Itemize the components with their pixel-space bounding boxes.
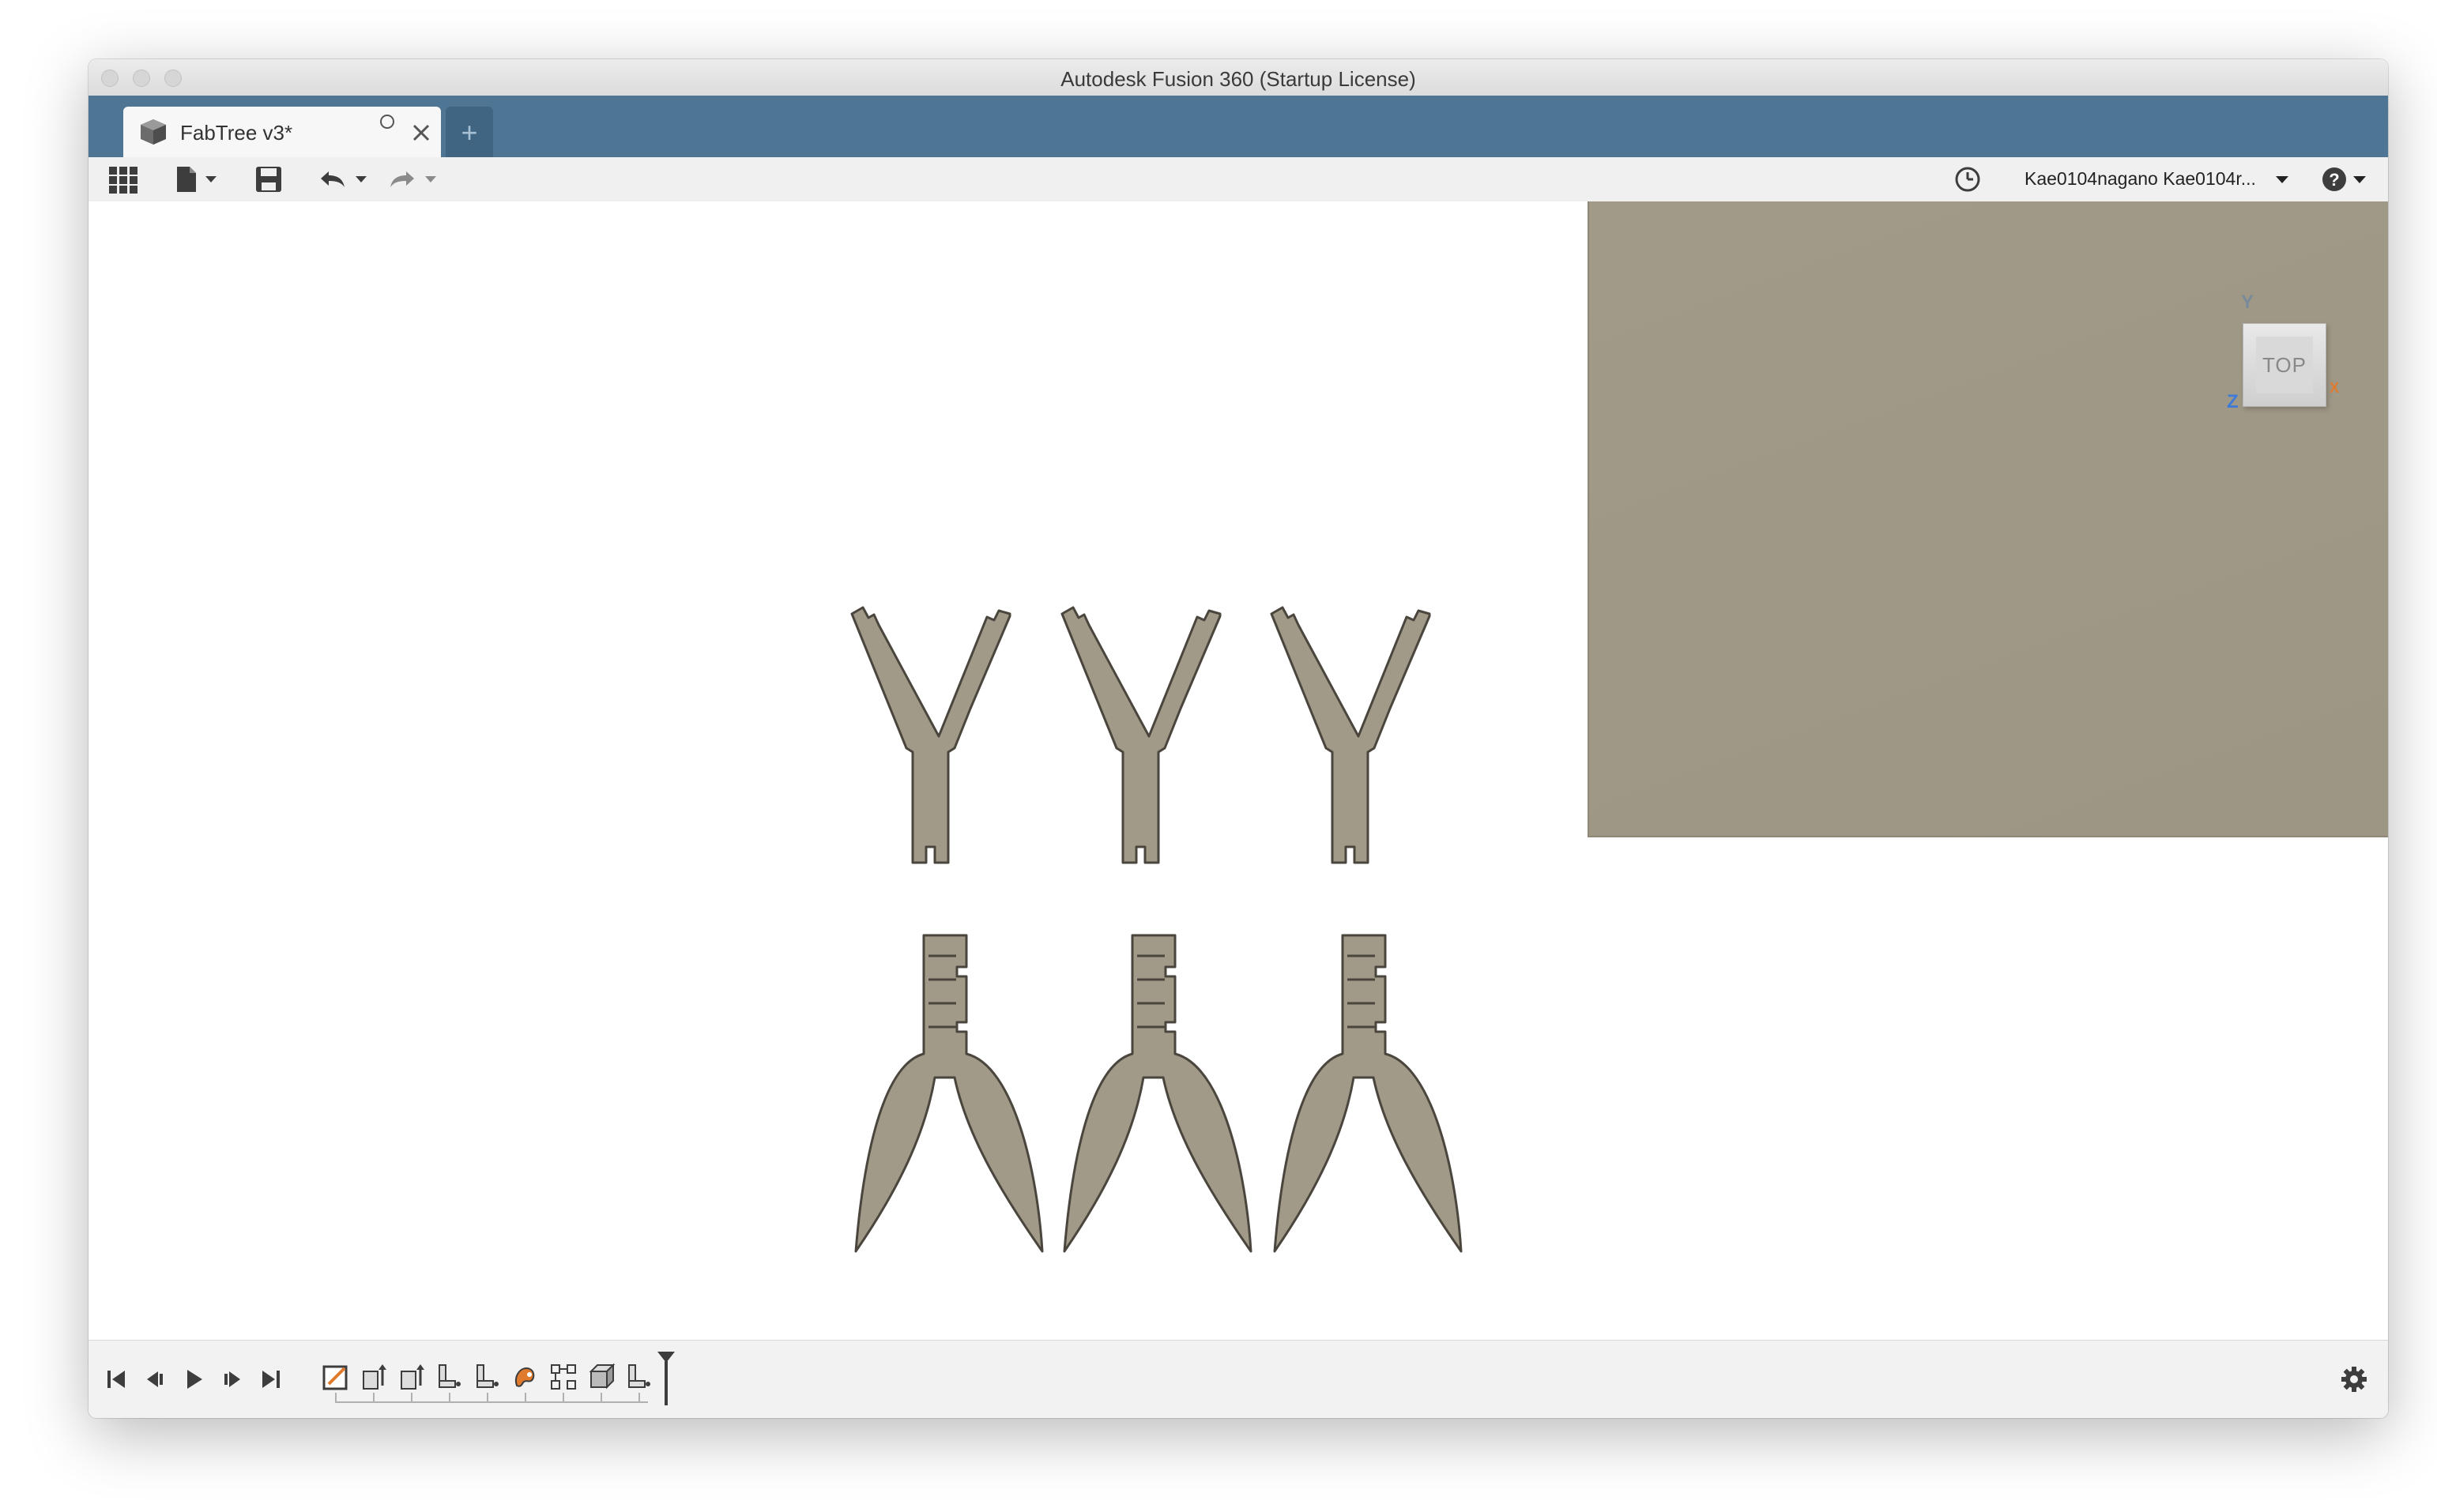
- viewcube[interactable]: TOP: [2243, 323, 2326, 407]
- window-title: Autodesk Fusion 360 (Startup License): [1060, 67, 1416, 91]
- leaf-part-1[interactable]: [854, 934, 1044, 1253]
- chevron-down-icon[interactable]: [2274, 164, 2290, 195]
- document-tab[interactable]: FabTree v3*: [123, 107, 441, 157]
- sketch-icon[interactable]: [321, 1362, 351, 1392]
- user-account-menu[interactable]: Kae0104nagano Kae0104r...: [2025, 168, 2256, 190]
- extrude-icon[interactable]: [359, 1362, 389, 1392]
- design-canvas[interactable]: Y TOP Z X: [89, 201, 2388, 1340]
- redo-icon[interactable]: [387, 164, 444, 195]
- box-icon[interactable]: [586, 1362, 616, 1392]
- data-panel-grid-icon[interactable]: [107, 164, 139, 195]
- joint-icon[interactable]: [473, 1362, 503, 1392]
- appearance-icon[interactable]: [510, 1362, 541, 1392]
- parts-drawing: [850, 606, 1463, 1253]
- quick-access-toolbar: Kae0104nagano Kae0104r... ?: [89, 157, 2388, 202]
- y-branch-part-3[interactable]: [1270, 606, 1431, 864]
- joint-icon[interactable]: [435, 1362, 465, 1392]
- step-forward-icon[interactable]: [220, 1366, 247, 1393]
- play-icon[interactable]: [180, 1366, 207, 1393]
- y-branch-part-1[interactable]: [850, 606, 1011, 864]
- leaf-part-2[interactable]: [1063, 934, 1252, 1253]
- axis-x-label: X: [2330, 380, 2340, 396]
- svg-text:?: ?: [2329, 170, 2339, 190]
- gear-icon[interactable]: [2341, 1366, 2367, 1393]
- document-tab-bar: FabTree v3* +: [89, 96, 2388, 157]
- leaf-part-3[interactable]: [1273, 934, 1463, 1253]
- timeline-bar: [89, 1340, 2388, 1418]
- go-to-start-icon[interactable]: [103, 1366, 130, 1393]
- step-back-icon[interactable]: [141, 1366, 168, 1393]
- unsaved-indicator-icon: [380, 115, 394, 129]
- file-menu-icon[interactable]: [172, 164, 224, 195]
- undo-icon[interactable]: [318, 164, 375, 195]
- document-tab-label: FabTree v3*: [180, 121, 293, 145]
- plus-icon: +: [461, 116, 478, 149]
- job-status-clock-icon[interactable]: [1952, 164, 1983, 195]
- timeline-track: [335, 1393, 651, 1404]
- help-icon[interactable]: ?: [2320, 164, 2372, 195]
- app-window: Autodesk Fusion 360 (Startup License) Fa…: [89, 59, 2388, 1418]
- new-tab-button[interactable]: +: [446, 107, 493, 157]
- axis-y-label: Y: [2241, 291, 2254, 313]
- go-to-end-icon[interactable]: [258, 1366, 284, 1393]
- timeline-marker-handle[interactable]: [656, 1352, 676, 1407]
- joint-icon[interactable]: [624, 1362, 654, 1392]
- extrude-icon[interactable]: [397, 1362, 427, 1392]
- save-icon[interactable]: [253, 164, 284, 195]
- document-cube-icon: [137, 116, 169, 148]
- axis-z-label: Z: [2227, 391, 2239, 412]
- title-bar: Autodesk Fusion 360 (Startup License): [89, 59, 2388, 96]
- close-tab-icon[interactable]: [409, 121, 433, 145]
- viewcube-top-face[interactable]: TOP: [2256, 337, 2313, 393]
- align-icon[interactable]: [548, 1362, 578, 1392]
- y-branch-part-2[interactable]: [1060, 606, 1222, 864]
